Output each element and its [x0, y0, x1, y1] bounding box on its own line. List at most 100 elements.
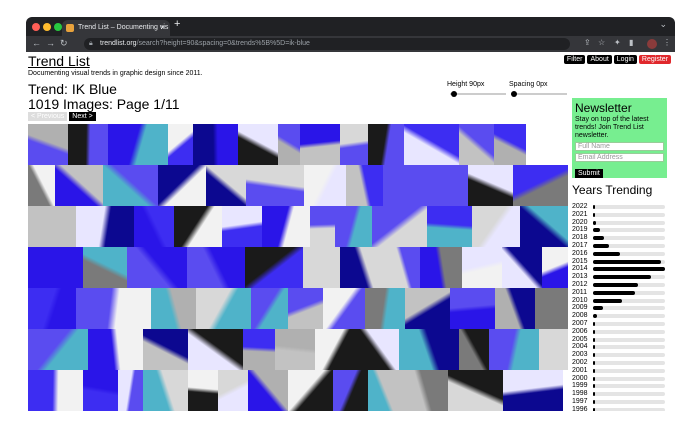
- back-icon[interactable]: ←: [32, 38, 41, 48]
- browser-menu-icon[interactable]: ⋮: [663, 38, 671, 47]
- gallery-image[interactable]: [246, 165, 304, 206]
- gallery-image[interactable]: [535, 288, 568, 329]
- gallery-image[interactable]: [76, 288, 151, 329]
- about-button[interactable]: About: [587, 55, 612, 64]
- gallery-image[interactable]: [315, 329, 357, 370]
- gallery-image[interactable]: [251, 288, 288, 329]
- gallery-image[interactable]: [28, 206, 76, 247]
- share-icon[interactable]: ⇪: [584, 38, 591, 47]
- bookmark-star-icon[interactable]: ☆: [598, 38, 605, 47]
- gallery-image[interactable]: [300, 124, 340, 165]
- gallery-image[interactable]: [513, 165, 568, 206]
- side-panel-icon[interactable]: ▮: [629, 38, 633, 47]
- register-button[interactable]: Register: [638, 55, 671, 64]
- gallery-image[interactable]: [196, 288, 251, 329]
- gallery-image[interactable]: [288, 370, 333, 411]
- gallery-image[interactable]: [410, 165, 468, 206]
- gallery-image[interactable]: [502, 247, 542, 288]
- gallery-image[interactable]: [248, 370, 288, 411]
- maximize-window-icon[interactable]: [54, 23, 62, 31]
- gallery-image[interactable]: [245, 247, 303, 288]
- gallery-image[interactable]: [388, 247, 420, 288]
- gallery-image[interactable]: [83, 247, 127, 288]
- gallery-image[interactable]: [459, 124, 494, 165]
- previous-button[interactable]: < Previous: [28, 112, 68, 121]
- gallery-image[interactable]: [398, 370, 448, 411]
- tab-search-icon[interactable]: ⌄: [659, 19, 667, 30]
- gallery-image[interactable]: [187, 247, 245, 288]
- gallery-image[interactable]: [28, 288, 76, 329]
- gallery-image[interactable]: [303, 247, 340, 288]
- gallery-image[interactable]: [335, 206, 372, 247]
- gallery-image[interactable]: [310, 206, 335, 247]
- gallery-image[interactable]: [462, 247, 502, 288]
- gallery-image[interactable]: [222, 206, 262, 247]
- height-slider-track[interactable]: [450, 93, 506, 95]
- gallery-image[interactable]: [88, 329, 143, 370]
- gallery-image[interactable]: [399, 329, 459, 370]
- gallery-image[interactable]: [134, 206, 174, 247]
- full-name-input[interactable]: Full Name: [575, 142, 664, 151]
- gallery-image[interactable]: [238, 124, 278, 165]
- gallery-image[interactable]: [28, 370, 83, 411]
- gallery-image[interactable]: [28, 165, 55, 206]
- browser-tab[interactable]: Trend List – Documenting vis ×: [62, 20, 170, 36]
- gallery-image[interactable]: [420, 247, 462, 288]
- gallery-image[interactable]: [188, 329, 243, 370]
- gallery-image[interactable]: [372, 206, 427, 247]
- extensions-icon[interactable]: ✦: [614, 38, 621, 47]
- spacing-slider-track[interactable]: [511, 93, 567, 95]
- gallery-image[interactable]: [427, 206, 472, 247]
- gallery-image[interactable]: [288, 288, 323, 329]
- gallery-image[interactable]: [368, 370, 398, 411]
- gallery-image[interactable]: [143, 329, 188, 370]
- gallery-image[interactable]: [346, 165, 383, 206]
- gallery-image[interactable]: [340, 124, 368, 165]
- gallery-image[interactable]: [103, 165, 158, 206]
- gallery-image[interactable]: [174, 206, 222, 247]
- close-tab-icon[interactable]: ×: [160, 20, 165, 36]
- gallery-image[interactable]: [333, 370, 368, 411]
- gallery-image[interactable]: [76, 206, 134, 247]
- gallery-image[interactable]: [520, 206, 568, 247]
- close-window-icon[interactable]: [32, 23, 40, 31]
- site-logo[interactable]: Trend List: [28, 53, 90, 69]
- gallery-image[interactable]: [404, 124, 459, 165]
- gallery-image[interactable]: [304, 165, 346, 206]
- reload-icon[interactable]: ↻: [60, 38, 68, 49]
- gallery-image[interactable]: [459, 329, 489, 370]
- gallery-image[interactable]: [83, 370, 118, 411]
- gallery-image[interactable]: [262, 206, 310, 247]
- gallery-image[interactable]: [383, 165, 410, 206]
- gallery-image[interactable]: [539, 329, 568, 370]
- gallery-image[interactable]: [275, 329, 315, 370]
- gallery-image[interactable]: [218, 370, 248, 411]
- gallery-image[interactable]: [450, 288, 495, 329]
- gallery-image[interactable]: [188, 370, 218, 411]
- spacing-slider-handle[interactable]: [511, 91, 517, 97]
- address-bar[interactable]: 🔒︎ trendlist.org/search?height=90&spacin…: [84, 38, 570, 50]
- filter-button[interactable]: Filter: [563, 55, 586, 64]
- gallery-image[interactable]: [448, 370, 503, 411]
- gallery-image[interactable]: [118, 370, 143, 411]
- gallery-image[interactable]: [340, 247, 388, 288]
- gallery-image[interactable]: [158, 165, 206, 206]
- next-button[interactable]: Next >: [69, 112, 96, 121]
- gallery-image[interactable]: [495, 288, 535, 329]
- gallery-image[interactable]: [55, 165, 103, 206]
- new-tab-button[interactable]: +: [174, 18, 180, 30]
- gallery-image[interactable]: [151, 288, 196, 329]
- gallery-image[interactable]: [472, 206, 520, 247]
- gallery-image[interactable]: [542, 247, 568, 288]
- gallery-image[interactable]: [405, 288, 450, 329]
- gallery-image[interactable]: [28, 329, 88, 370]
- gallery-image[interactable]: [357, 329, 399, 370]
- gallery-image[interactable]: [468, 165, 513, 206]
- gallery-image[interactable]: [323, 288, 365, 329]
- minimize-window-icon[interactable]: [43, 23, 51, 31]
- email-input[interactable]: Email Address: [575, 153, 664, 162]
- gallery-image[interactable]: [143, 370, 188, 411]
- login-button[interactable]: Login: [613, 55, 637, 64]
- submit-button[interactable]: Submit: [575, 169, 603, 178]
- gallery-image[interactable]: [28, 247, 83, 288]
